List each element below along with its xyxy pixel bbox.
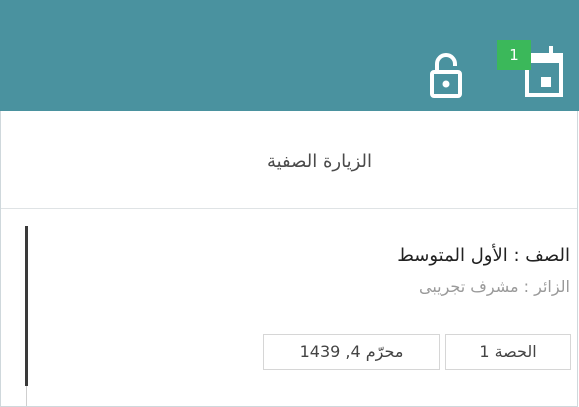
visitor-label: الزائر : مشرف تجريبى bbox=[418, 277, 570, 296]
top-bar: 1 bbox=[0, 0, 579, 111]
timeline-line bbox=[25, 226, 28, 386]
notification-badge: 1 bbox=[497, 40, 531, 70]
lock-open-icon bbox=[430, 53, 462, 98]
tab-bar: الزيارة الصفية bbox=[1, 111, 577, 209]
visits-panel: الزيارة الصفية الصف : الأول المتوسط الزا… bbox=[0, 111, 578, 407]
grade-label: الصف : الأول المتوسط bbox=[397, 245, 570, 266]
date-chip: محرّم 4, 1439 bbox=[263, 334, 440, 370]
unlock-button[interactable] bbox=[428, 50, 464, 98]
tab-classroom-visit[interactable]: الزيارة الصفية bbox=[267, 151, 372, 172]
timeline-line-tail bbox=[26, 386, 27, 406]
session-chip: الحصة 1 bbox=[445, 334, 571, 370]
calendar-button[interactable]: 1 bbox=[497, 40, 579, 100]
